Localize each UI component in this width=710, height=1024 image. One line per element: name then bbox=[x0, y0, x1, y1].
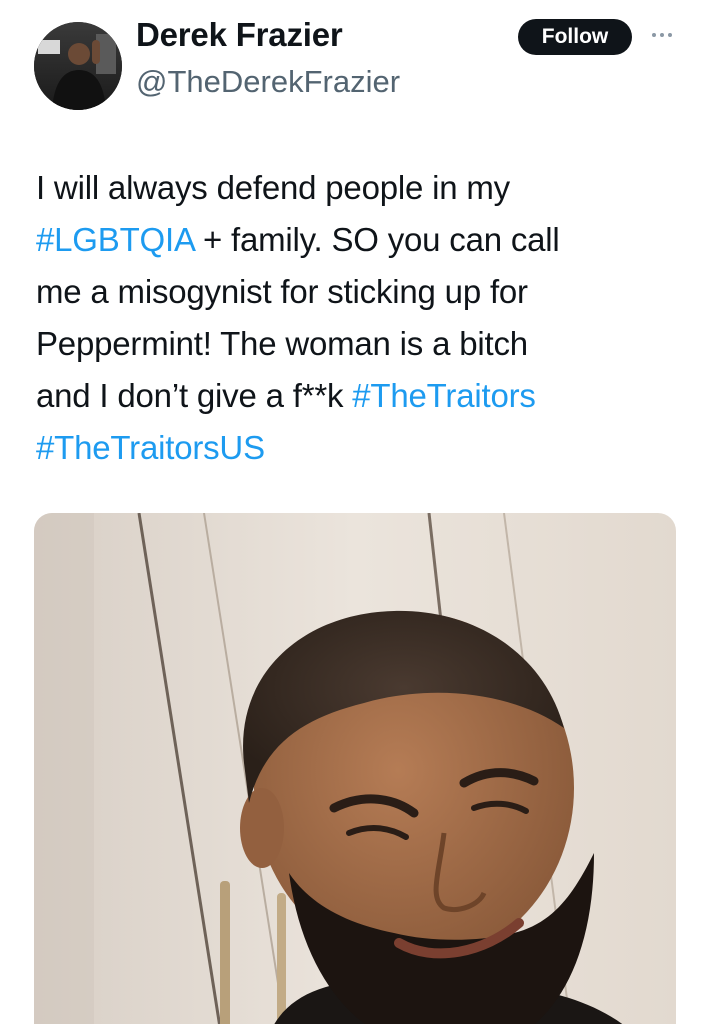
hashtag-link-lgbtqia[interactable]: #LGBTQIA bbox=[36, 221, 194, 258]
tweet-card: Derek Frazier @TheDerekFrazier Follow I … bbox=[0, 0, 710, 1024]
tweet-line: #LGBTQIA + family. SO you can call bbox=[36, 214, 676, 266]
photo-image bbox=[34, 513, 676, 1024]
more-dots-icon bbox=[652, 33, 672, 37]
tweet-line: I will always defend people in my bbox=[36, 169, 510, 206]
hashtag-link-thetraitorsus[interactable]: #TheTraitorsUS bbox=[36, 429, 265, 466]
tweet-line: and I don’t give a f**k #TheTraitors bbox=[36, 370, 676, 422]
tweet-text-fragment: and I don’t give a f**k bbox=[36, 377, 353, 414]
avatar[interactable] bbox=[34, 22, 122, 110]
tweet-line: me a misogynist for sticking up for bbox=[36, 273, 528, 310]
user-avatar-icon bbox=[34, 22, 122, 110]
tweet-text-fragment: + family. SO you can call bbox=[193, 221, 560, 258]
display-name[interactable]: Derek Frazier bbox=[136, 16, 343, 54]
tweet-media-photo[interactable] bbox=[34, 513, 676, 1024]
tweet-line: Peppermint! The woman is a bitch bbox=[36, 325, 528, 362]
tweet-line: #TheTraitorsUS bbox=[36, 422, 676, 474]
more-options-button[interactable] bbox=[648, 22, 678, 46]
hashtag-link-thetraitors[interactable]: #TheTraitors bbox=[352, 377, 536, 414]
tweet-text: I will always defend people in my #LGBTQ… bbox=[36, 162, 676, 474]
user-handle[interactable]: @TheDerekFrazier bbox=[136, 64, 400, 100]
follow-button[interactable]: Follow bbox=[518, 19, 632, 55]
